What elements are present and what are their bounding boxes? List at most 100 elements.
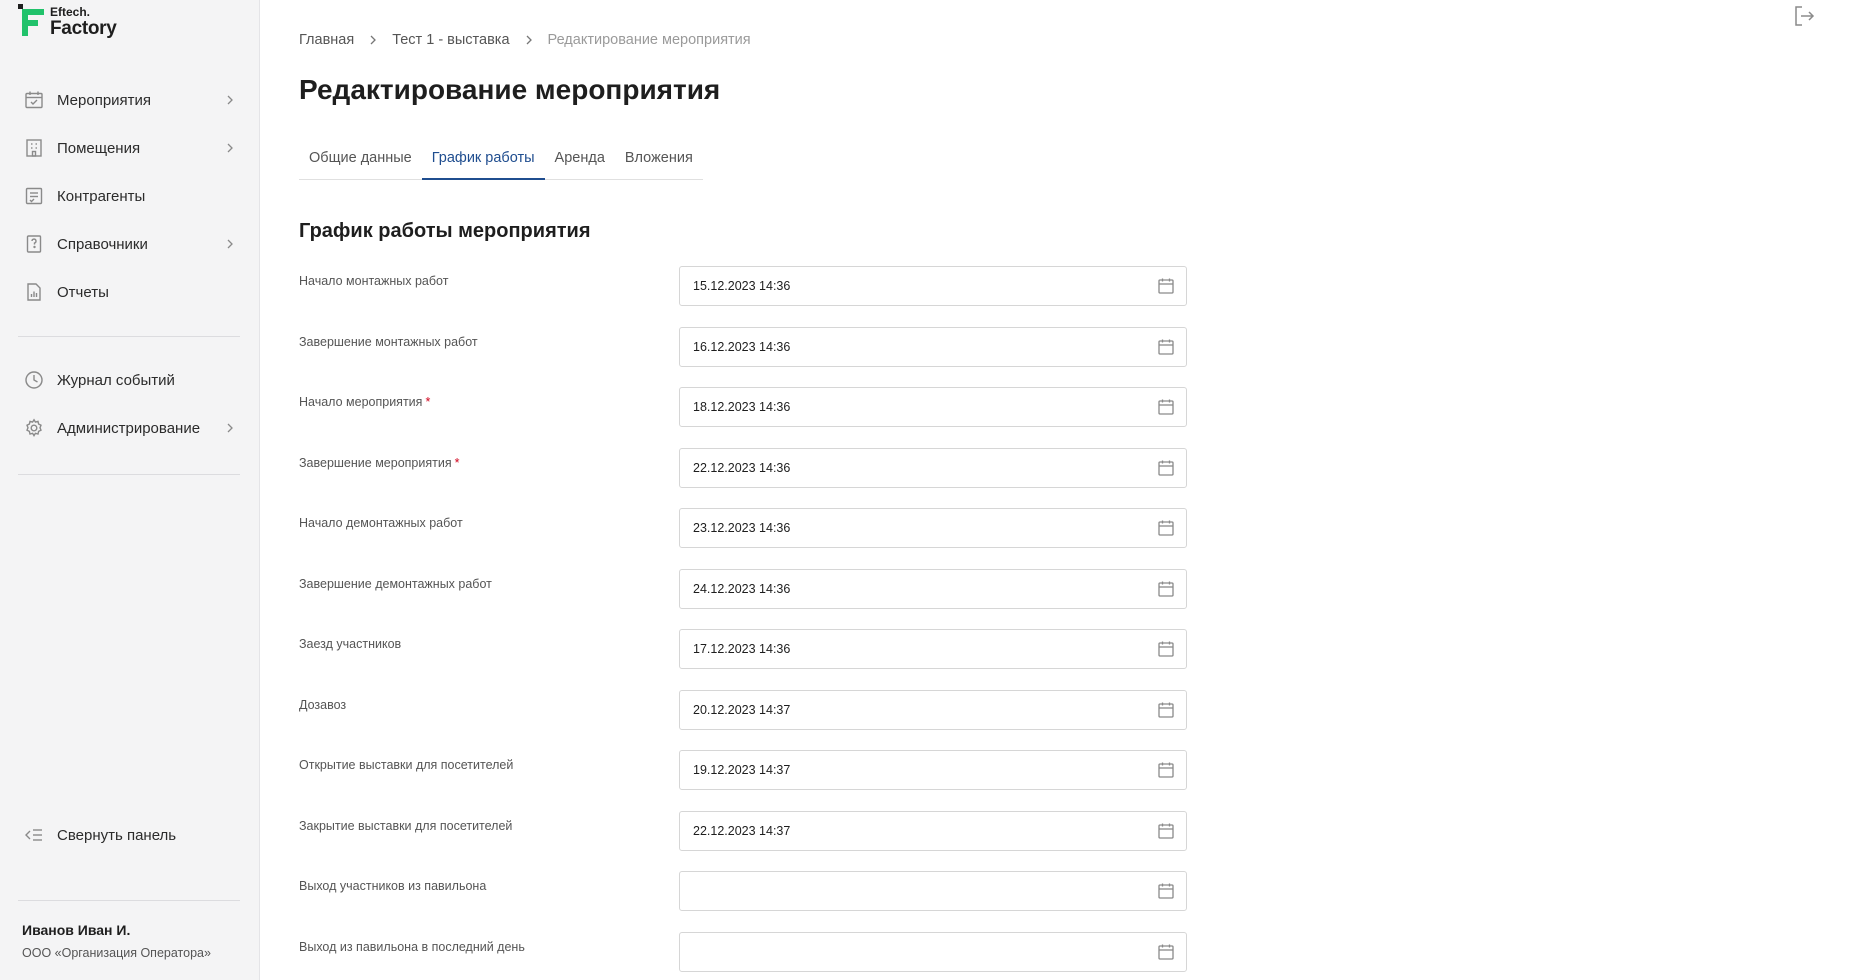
chevron-right-icon (222, 140, 238, 156)
brand-line1: Eftech. (50, 5, 91, 19)
visitors-opening-date-input[interactable]: 19.12.2023 14:37 (679, 750, 1187, 790)
form-row: Завершение монтажных работ 16.12.2023 14:… (299, 326, 1189, 367)
calendar-icon[interactable] (1156, 579, 1176, 599)
field-label: Начало демонтажных работ (299, 516, 463, 530)
sidebar-item-references[interactable]: Справочники (18, 224, 240, 264)
field-label: Дозавоз (299, 698, 346, 712)
breadcrumb-event[interactable]: Тест 1 - выставка (392, 32, 509, 48)
collapse-panel-button[interactable]: Свернуть панель (18, 815, 240, 855)
calendar-icon[interactable] (1156, 518, 1176, 538)
field-label: Открытие выставки для посетителей (299, 758, 513, 772)
form-row: Открытие выставки для посетителей 19.12.2… (299, 750, 1189, 790)
participants-arrival-date-input[interactable]: 17.12.2023 14:36 (679, 629, 1187, 669)
sidebar-item-label: Помещения (57, 139, 141, 157)
dismantling-start-date-input[interactable]: 23.12.2023 14:36 (679, 508, 1187, 548)
participants-exit-date-input[interactable] (679, 871, 1187, 911)
calendar-icon[interactable] (1156, 397, 1176, 417)
date-value: 22.12.2023 14:36 (693, 460, 791, 475)
field-label: Выход из павильона в последний день (299, 940, 525, 954)
brand-line2: Factory (50, 18, 117, 39)
brand-logo[interactable]: Eftech. Factory (18, 4, 117, 38)
tab-general[interactable]: Общие данные (299, 142, 422, 180)
field-label: Заезд участников (299, 637, 401, 651)
tab-rent[interactable]: Аренда (545, 142, 615, 180)
sidebar-item-label: Справочники (57, 235, 148, 253)
field-label-text: Закрытие выставки для посетителей (299, 818, 513, 833)
collapse-panel-label: Свернуть панель (57, 826, 177, 844)
sidebar-divider (18, 900, 240, 901)
last-day-exit-date-input[interactable] (679, 931, 1187, 972)
sidebar-item-event-log[interactable]: Журнал событий (18, 360, 240, 400)
form-row: Закрытие выставки для посетителей 22.12.2… (299, 810, 1189, 851)
sidebar-item-label: Администрирование (57, 419, 201, 437)
mounting-start-date-input[interactable]: 15.12.2023 14:36 (679, 266, 1187, 306)
date-value: 15.12.2023 14:36 (693, 279, 791, 293)
breadcrumb-home[interactable]: Главная (299, 32, 354, 48)
field-label-text: Дозавоз (299, 697, 347, 712)
field-label: Завершение монтажных работ (299, 335, 478, 349)
date-value: 20.12.2023 14:37 (693, 702, 791, 717)
field-label: Начало монтажных работ (299, 274, 448, 288)
calendar-icon[interactable] (1156, 458, 1176, 478)
calendar-icon[interactable] (1156, 821, 1176, 841)
user-name: Иванов Иван И. (22, 922, 131, 938)
field-label: Завершение демонтажных работ (299, 577, 492, 591)
required-marker: * (454, 455, 460, 470)
form-row: Выход из павильона в последний день (299, 931, 1189, 972)
section-title: График работы мероприятия (299, 220, 591, 242)
field-label-text: Начало монтажных работ (299, 274, 449, 288)
mounting-end-date-input[interactable]: 16.12.2023 14:36 (679, 326, 1187, 367)
chevron-right-icon (222, 236, 238, 252)
event-end-date-input[interactable]: 22.12.2023 14:36 (679, 447, 1187, 488)
field-label-text: Завершение мероприятия (299, 455, 452, 470)
visitors-closing-date-input[interactable]: 22.12.2023 14:37 (679, 810, 1187, 851)
form-row: Заезд участников 17.12.2023 14:36 (299, 629, 1189, 669)
required-marker: * (425, 395, 431, 409)
contacts-icon (23, 185, 45, 207)
field-label-text: Открытие выставки для посетителей (299, 758, 514, 772)
calendar-icon[interactable] (1156, 881, 1176, 901)
field-label: Закрытие выставки для посетителей (299, 819, 512, 833)
field-label-text: Выход из павильона в последний день (299, 939, 525, 954)
sidebar-item-events[interactable]: Мероприятия (18, 80, 240, 120)
sidebar-item-counterparties[interactable]: Контрагенты (18, 176, 240, 216)
date-value: 22.12.2023 14:37 (693, 823, 791, 838)
event-start-date-input[interactable]: 18.12.2023 14:36 (679, 387, 1187, 427)
form-row: Выход участников из павильона (299, 871, 1189, 911)
sidebar: Eftech. Factory Мероприятия Помещения Ко… (0, 0, 260, 980)
calendar-icon[interactable] (1156, 760, 1176, 780)
field-label-text: Начало демонтажных работ (299, 516, 463, 530)
calendar-icon[interactable] (1156, 639, 1176, 659)
field-label-text: Начало мероприятия (299, 395, 423, 409)
calendar-icon[interactable] (1156, 942, 1176, 962)
tab-schedule[interactable]: График работы (421, 142, 545, 180)
date-value: 24.12.2023 14:36 (693, 581, 791, 596)
logout-icon[interactable] (1792, 4, 1816, 28)
field-label-text: Завершение демонтажных работ (299, 576, 492, 591)
chevron-right-icon (368, 35, 378, 45)
form-row: Завершение демонтажных работ 24.12.2023 1… (299, 568, 1189, 609)
sidebar-item-label: Отчеты (57, 283, 109, 301)
sidebar-item-premises[interactable]: Помещения (18, 128, 240, 168)
sidebar-item-administration[interactable]: Администрирование (18, 408, 240, 448)
calendar-icon[interactable] (1156, 337, 1176, 357)
field-label: Завершение мероприятия * (299, 456, 459, 470)
reference-book-icon (23, 233, 45, 255)
date-value: 18.12.2023 14:36 (693, 400, 791, 414)
sidebar-item-label: Контрагенты (57, 187, 146, 205)
calendar-icon[interactable] (1156, 276, 1176, 296)
calendar-icon[interactable] (1156, 700, 1176, 720)
date-value: 17.12.2023 14:36 (693, 642, 791, 656)
report-icon (23, 281, 45, 303)
page-title: Редактирование мероприятия (299, 74, 721, 105)
sidebar-item-reports[interactable]: Отчеты (18, 272, 240, 312)
collapse-panel-icon (23, 824, 45, 846)
date-value: 23.12.2023 14:36 (693, 521, 791, 535)
form-row: Начало монтажных работ 15.12.2023 14:36 (299, 266, 1189, 306)
building-icon (23, 137, 45, 159)
tab-attachments[interactable]: Вложения (615, 142, 703, 180)
dismantling-end-date-input[interactable]: 24.12.2023 14:36 (679, 568, 1187, 609)
gear-icon (23, 417, 45, 439)
user-organization: ООО «Организация Оператора» (22, 946, 211, 960)
additional-delivery-date-input[interactable]: 20.12.2023 14:37 (679, 689, 1187, 730)
